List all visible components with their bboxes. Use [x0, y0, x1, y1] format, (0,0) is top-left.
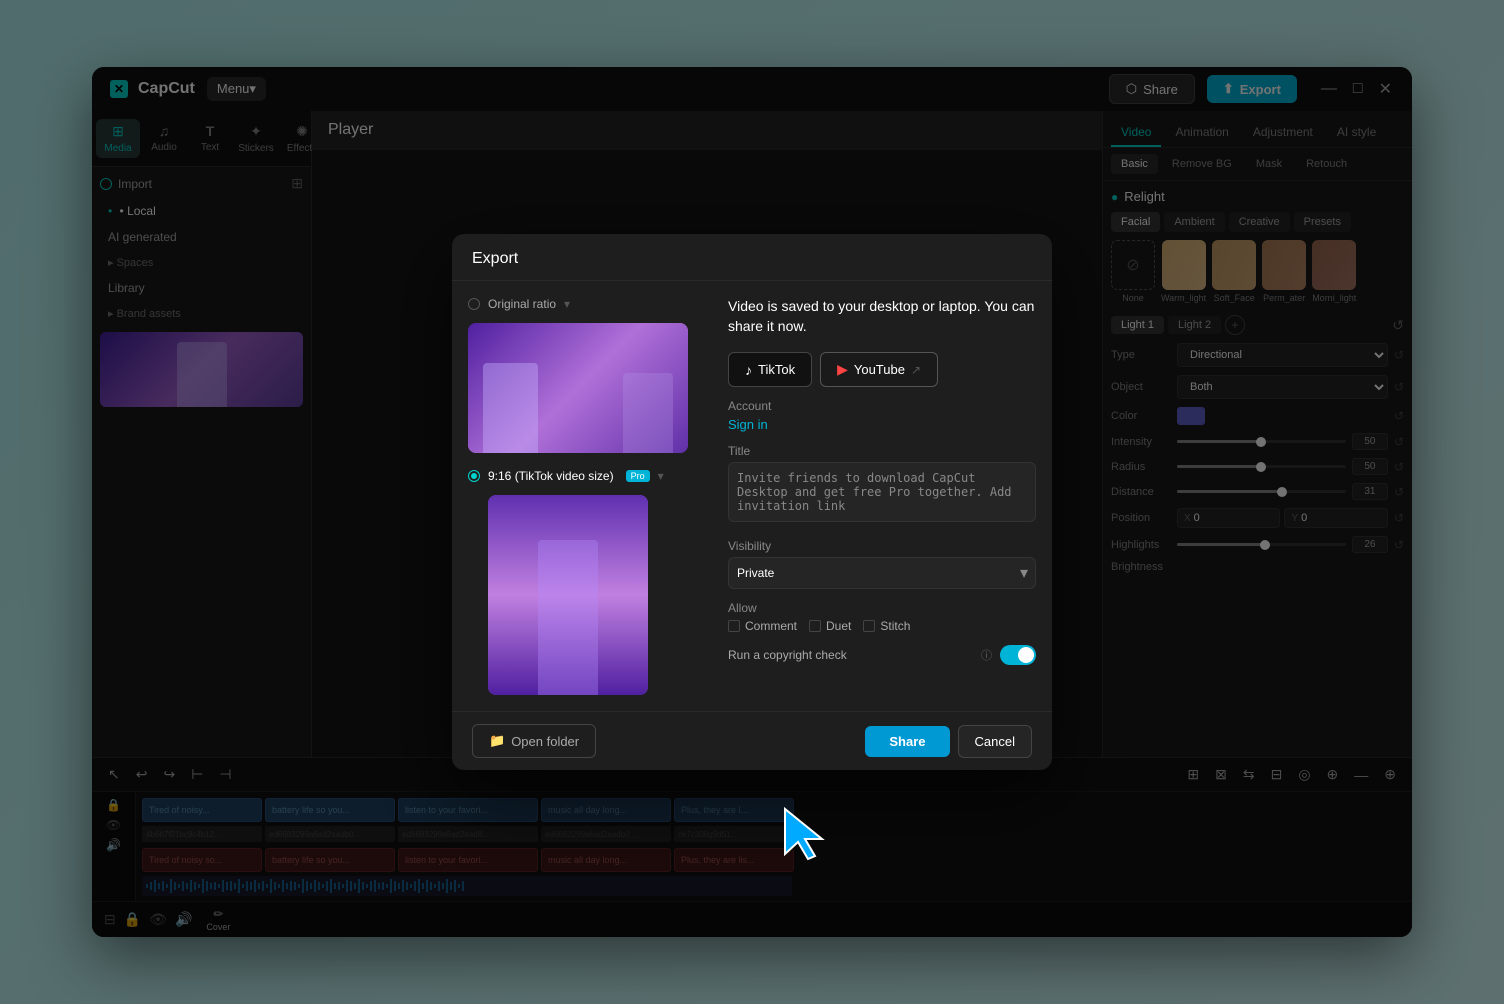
preview-tiktok	[488, 495, 648, 695]
visibility-label: Visibility	[728, 539, 1036, 553]
open-folder-label: Open folder	[511, 734, 579, 749]
modal-right: Video is saved to your desktop or laptop…	[708, 297, 1036, 695]
modal-header: Export	[452, 234, 1052, 281]
platform-youtube[interactable]: ▶ YouTube ↗	[820, 352, 938, 387]
allow-duet[interactable]: Duet	[809, 619, 851, 633]
modal-overlay[interactable]: Export Original ratio ▾	[0, 0, 1504, 1004]
ratio-original-radio	[468, 298, 480, 310]
copyright-section: Run a copyright check ⓘ	[728, 645, 1036, 665]
ratio-tiktok[interactable]: 9:16 (TikTok video size) Pro ▾	[468, 469, 708, 483]
allow-stitch[interactable]: Stitch	[863, 619, 910, 633]
ratio-tiktok-label: 9:16 (TikTok video size)	[488, 469, 614, 483]
duet-label: Duet	[826, 619, 851, 633]
copyright-info-icon[interactable]: ⓘ	[981, 647, 992, 663]
tiktok-platform-icon: ♪	[745, 362, 752, 378]
tiktok-platform-label: TikTok	[758, 362, 795, 377]
sign-in-link[interactable]: Sign in	[728, 417, 1036, 432]
allow-row: Comment Duet Stitch	[728, 619, 1036, 633]
ratio-tiktok-radio	[468, 470, 480, 482]
modal-footer: 📁 Open folder Share Cancel	[452, 711, 1052, 770]
copyright-toggle[interactable]	[1000, 645, 1036, 665]
export-modal: Export Original ratio ▾	[452, 234, 1052, 770]
youtube-external-link-icon: ↗	[911, 363, 921, 377]
visibility-select[interactable]: Private Public Friends	[728, 557, 1036, 589]
share-message: Video is saved to your desktop or laptop…	[728, 297, 1036, 336]
tiktok-vr-figure	[538, 540, 598, 695]
account-section: Account Sign in	[728, 399, 1036, 432]
title-textarea[interactable]: Invite friends to download CapCut Deskto…	[728, 462, 1036, 522]
preview-figure-left	[483, 363, 538, 453]
ratio-original[interactable]: Original ratio ▾	[468, 297, 708, 311]
platform-tiktok[interactable]: ♪ TikTok	[728, 352, 812, 387]
duet-checkbox	[809, 620, 821, 632]
modal-left: Original ratio ▾ 9:16 (TikTok video size…	[468, 297, 708, 695]
platform-tabs: ♪ TikTok ▶ YouTube ↗	[728, 352, 1036, 387]
modal-cancel-button[interactable]: Cancel	[958, 725, 1032, 758]
stitch-checkbox	[863, 620, 875, 632]
visibility-section: Visibility Private Public Friends ▾	[728, 539, 1036, 589]
copyright-label: Run a copyright check	[728, 648, 973, 662]
open-folder-button[interactable]: 📁 Open folder	[472, 724, 596, 758]
title-field-label: Title	[728, 444, 1036, 458]
ratio-original-dropdown[interactable]: ▾	[564, 297, 570, 311]
title-section: Title Invite friends to download CapCut …	[728, 444, 1036, 527]
pro-badge: Pro	[626, 470, 650, 482]
allow-section: Allow Comment Duet Stitch	[728, 601, 1036, 633]
comment-label: Comment	[745, 619, 797, 633]
modal-share-button[interactable]: Share	[865, 726, 949, 757]
preview-original	[468, 323, 688, 453]
ratio-original-label: Original ratio	[488, 297, 556, 311]
modal-body: Original ratio ▾ 9:16 (TikTok video size…	[452, 281, 1052, 711]
allow-comment[interactable]: Comment	[728, 619, 797, 633]
preview-figure-right	[623, 373, 673, 453]
account-label: Account	[728, 399, 1036, 413]
allow-label: Allow	[728, 601, 1036, 615]
tiktok-dropdown-icon[interactable]: ▾	[658, 469, 664, 483]
folder-icon: 📁	[489, 733, 505, 749]
toggle-thumb	[1018, 647, 1034, 663]
youtube-platform-icon: ▶	[837, 361, 848, 378]
stitch-label: Stitch	[880, 619, 910, 633]
visibility-wrapper: Private Public Friends ▾	[728, 557, 1036, 589]
youtube-platform-label: YouTube	[854, 362, 905, 377]
modal-title: Export	[472, 250, 518, 267]
comment-checkbox	[728, 620, 740, 632]
